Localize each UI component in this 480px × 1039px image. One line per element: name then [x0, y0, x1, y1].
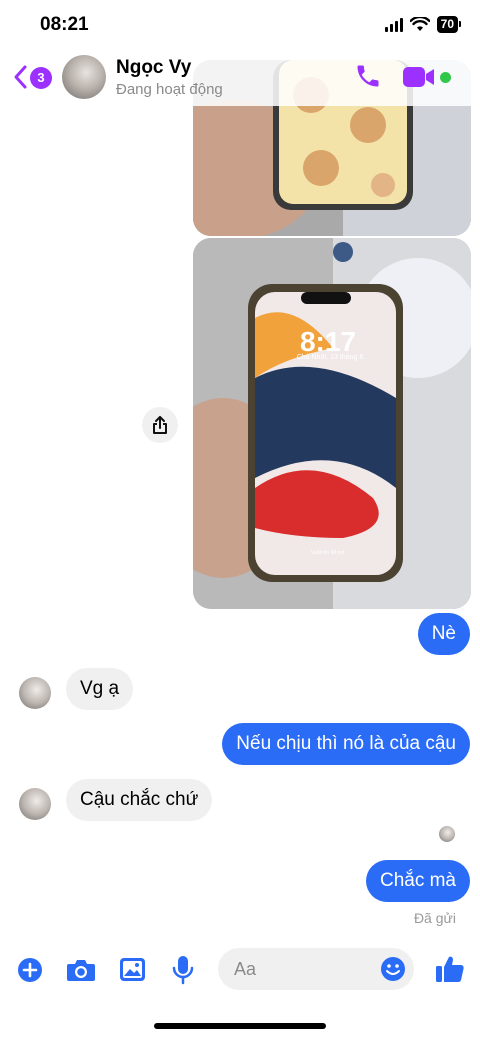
signal-icon — [384, 17, 403, 32]
message-bubble-outgoing[interactable]: Nè — [417, 613, 470, 655]
plus-icon[interactable] — [17, 957, 43, 983]
contact-avatar-small[interactable] — [19, 677, 51, 709]
contact-name[interactable]: Ngọc Vy — [116, 57, 191, 79]
message-bubble-incoming[interactable]: Cậu chắc chứ — [66, 779, 213, 821]
battery-icon: 70 — [436, 16, 462, 33]
share-icon — [153, 416, 167, 434]
gallery-icon[interactable] — [119, 957, 146, 982]
home-indicator — [154, 1023, 326, 1029]
photo-iphone[interactable]: 8:17 Chủ Nhật, 13 tháng 8 Vuốt lên để mở — [193, 238, 471, 609]
message-bubble-outgoing[interactable]: Chắc mà — [365, 860, 470, 902]
lockscreen-date: Chủ Nhật, 13 tháng 8 — [296, 354, 364, 361]
message-bubble-outgoing[interactable]: Nếu chịu thì nó là của cậu — [222, 723, 470, 765]
contact-avatar[interactable] — [62, 55, 106, 99]
microphone-icon[interactable] — [172, 955, 194, 985]
contact-avatar-small[interactable] — [19, 788, 51, 820]
thumbs-up-icon[interactable] — [434, 953, 466, 985]
contact-status: Đang hoạt động — [116, 81, 223, 98]
status-time: 08:21 — [40, 14, 89, 35]
online-indicator — [440, 72, 451, 83]
phone-icon[interactable] — [354, 62, 382, 90]
emoji-icon[interactable] — [380, 956, 406, 982]
sent-status: Đã gửi — [413, 910, 456, 926]
chat-header: 3 Ngọc Vy Đang hoạt động — [0, 48, 480, 106]
message-input[interactable] — [234, 948, 374, 990]
lockscreen-hint: Vuốt lên để mở — [311, 550, 345, 556]
seen-indicator-avatar — [439, 826, 455, 842]
message-composer[interactable] — [218, 948, 414, 990]
share-button[interactable] — [142, 407, 178, 443]
video-camera-icon[interactable] — [402, 66, 436, 88]
message-bubble-incoming[interactable]: Vg ạ — [66, 668, 134, 710]
unread-badge[interactable]: 3 — [30, 67, 52, 89]
back-chevron-icon[interactable] — [12, 64, 28, 90]
camera-icon[interactable] — [66, 957, 96, 983]
status-icons: 70 — [384, 16, 462, 33]
wifi-icon — [409, 17, 430, 31]
